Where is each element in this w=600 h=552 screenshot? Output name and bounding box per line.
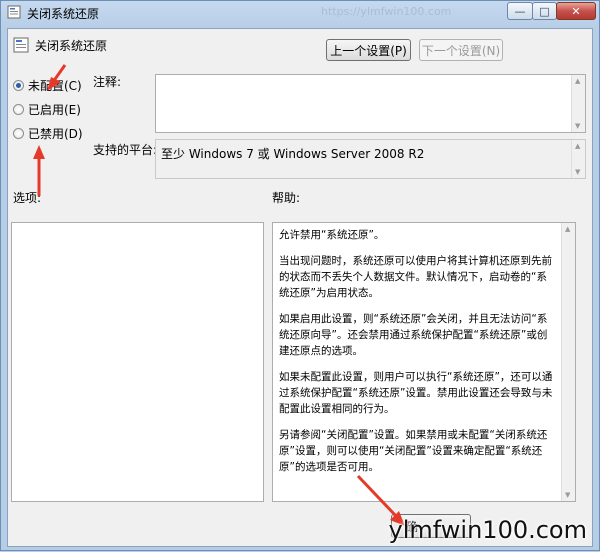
comment-textarea[interactable]: ▲ ▼ [155,74,586,133]
policy-icon [7,5,21,19]
options-pane [11,222,264,502]
radio-indicator [13,104,24,115]
help-label: 帮助: [272,191,301,205]
platform-value: 至少 Windows 7 或 Windows Server 2008 R2 [161,147,425,161]
policy-header-icon [13,37,29,53]
scroll-up-icon: ▲ [565,225,571,233]
help-paragraph: 当出现问题时，系统还原可以使用户将其计算机还原到先前的状态而不丢失个人数据文件。… [279,255,552,299]
scroll-down-icon: ▼ [575,122,581,130]
scroll-up-icon: ▲ [575,77,581,85]
maximize-icon: □ [539,4,550,18]
help-paragraph: 如果启用此设置，则“系统还原”会关闭，并且无法访问“系统还原向导”。还会禁用通过… [279,313,548,357]
help-text: 允许禁用“系统还原”。 当出现问题时，系统还原可以使用户将其计算机还原到先前的状… [279,227,554,485]
window-title: 关闭系统还原 [27,7,100,21]
help-paragraph: 允许禁用“系统还原”。 [279,229,385,241]
help-scrollbar[interactable]: ▲ ▼ [561,223,575,501]
minimize-icon: — [514,4,526,18]
radio-label: 已禁用(D) [28,127,83,141]
help-paragraph: 如果未配置此设置，则用户可以执行“系统还原”，还可以通过系统保护配置“系统还原”… [279,371,553,415]
comment-label: 注释: [93,75,122,89]
title-watermark-url: https://ylmfwin100.com [321,5,452,18]
radio-enabled[interactable]: 已启用(E) [13,101,81,118]
comment-scrollbar[interactable]: ▲ ▼ [571,75,585,132]
help-pane: 允许禁用“系统还原”。 当出现问题时，系统还原可以使用户将其计算机还原到先前的状… [272,222,576,502]
close-icon: ✕ [571,4,581,18]
radio-not-configured[interactable]: 未配置(C) [13,77,82,94]
scroll-down-icon: ▼ [565,491,571,499]
maximize-button[interactable]: □ [532,2,557,20]
next-setting-button[interactable]: 下一个设置(N) [419,39,503,61]
dialog-window: 关闭系统还原 https://ylmfwin100.com — □ ✕ 关闭系统… [0,0,600,551]
scroll-up-icon: ▲ [575,142,581,150]
options-label: 选项: [13,191,42,205]
radio-label: 未配置(C) [28,79,82,93]
policy-name: 关闭系统还原 [35,39,108,53]
watermark: ylmfwin100.com [388,516,587,544]
radio-indicator [13,80,24,91]
platform-field: 至少 Windows 7 或 Windows Server 2008 R2 ▲ ▼ [155,139,586,179]
platform-label: 支持的平台: [93,143,158,157]
title-bar[interactable]: 关闭系统还原 https://ylmfwin100.com — □ ✕ [1,1,599,23]
scroll-down-icon: ▼ [575,168,581,176]
radio-disabled[interactable]: 已禁用(D) [13,125,83,142]
radio-indicator [13,128,24,139]
platform-scrollbar[interactable]: ▲ ▼ [571,140,585,178]
help-paragraph: 另请参阅“关闭配置”设置。如果禁用或未配置“关闭系统还原”设置，则可以使用“关闭… [279,429,548,473]
dialog-client: 关闭系统还原 上一个设置(P) 下一个设置(N) 未配置(C) 已启用(E) 已… [7,28,593,547]
minimize-button[interactable]: — [507,2,533,20]
radio-label: 已启用(E) [28,103,81,117]
prev-setting-button[interactable]: 上一个设置(P) [326,39,411,61]
close-button[interactable]: ✕ [556,2,596,20]
